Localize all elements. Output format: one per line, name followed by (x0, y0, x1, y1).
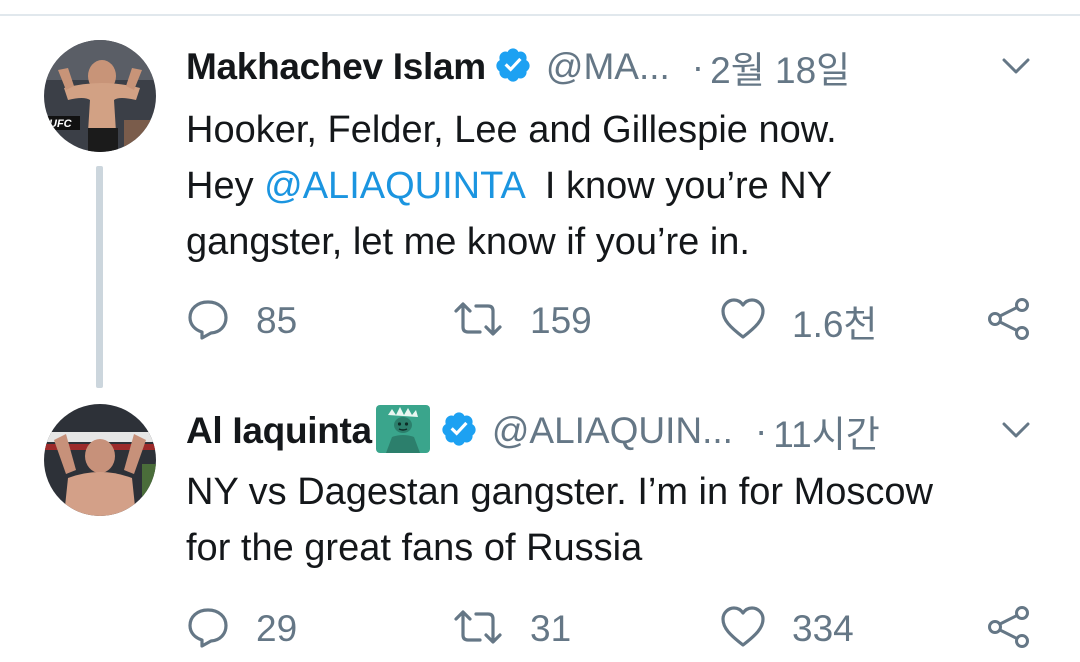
thread-line (96, 166, 103, 388)
share-icon (986, 296, 1032, 347)
author-handle[interactable]: @ALIAQUIN... (492, 410, 733, 452)
tweet-text-line: gangster, let me know if you’re in. (186, 221, 750, 263)
tweet-header: Makhachev Islam @MA... · 2월 18일 (186, 40, 946, 94)
reply-button[interactable]: 85 (186, 296, 297, 346)
tweet-text-line: for the great fans of Russia (186, 527, 643, 569)
share-button[interactable] (986, 604, 1032, 654)
text-fragment: I know you’re NY (523, 165, 833, 207)
like-button[interactable]: 1.6천 (720, 296, 877, 346)
tweet-actions: 29 31 334 (186, 604, 1046, 654)
separator-dot: · (691, 46, 705, 87)
timestamp[interactable]: 11시간 (773, 404, 880, 458)
reply-icon (186, 605, 230, 654)
author-name[interactable]: Makhachev Islam (186, 46, 486, 88)
tweet-actions: 85 159 1.6천 (186, 296, 1046, 346)
author-name[interactable]: Al Iaquinta (186, 410, 372, 452)
reply-icon (186, 297, 230, 346)
retweet-icon (452, 297, 504, 346)
heart-icon (720, 297, 766, 346)
retweet-button[interactable]: 31 (452, 604, 571, 654)
retweet-button[interactable]: 159 (452, 296, 592, 346)
like-count: 334 (792, 608, 854, 649)
reply-count: 85 (256, 300, 298, 341)
heart-icon (720, 605, 766, 654)
mention-link[interactable]: @ALIAQUINTA (264, 165, 524, 207)
reply-button[interactable]: 29 (186, 604, 297, 654)
chevron-down-icon[interactable] (996, 46, 1036, 86)
reply-count: 29 (256, 608, 298, 649)
like-count: 1.6천 (792, 304, 878, 345)
tweet-text: NY vs Dagestan gangster. I’m in for Mosc… (186, 464, 1056, 576)
avatar[interactable]: UFC (44, 40, 156, 152)
avatar-logo-text: UFC (49, 118, 73, 130)
avatar[interactable] (44, 404, 156, 516)
text-fragment: Hey (186, 165, 265, 207)
tweet-header: Al Iaquinta @ALIAQUIN... · 11시간 (186, 404, 946, 458)
tweet-text-line: Hooker, Felder, Lee and Gillespie now. (186, 109, 837, 151)
separator-dot: · (754, 410, 768, 451)
share-icon (986, 604, 1032, 655)
chevron-down-icon[interactable] (996, 410, 1036, 450)
tweet-text: Hooker, Felder, Lee and Gillespie now. H… (186, 102, 1056, 270)
timestamp[interactable]: 2월 18일 (710, 40, 850, 94)
retweet-count: 159 (530, 300, 592, 341)
top-divider (0, 14, 1080, 16)
retweet-count: 31 (530, 608, 572, 649)
retweet-icon (452, 605, 504, 654)
tweet-text-line: Hey @ALIAQUINTA I know you’re NY (186, 158, 1056, 214)
verified-badge-icon (440, 410, 478, 453)
verified-badge-icon (494, 46, 532, 89)
like-button[interactable]: 334 (720, 604, 854, 654)
statue-of-liberty-emoji-icon (374, 403, 432, 460)
tweet-text-line: NY vs Dagestan gangster. I’m in for Mosc… (186, 471, 933, 513)
author-handle[interactable]: @MA... (546, 46, 670, 88)
share-button[interactable] (986, 296, 1032, 346)
